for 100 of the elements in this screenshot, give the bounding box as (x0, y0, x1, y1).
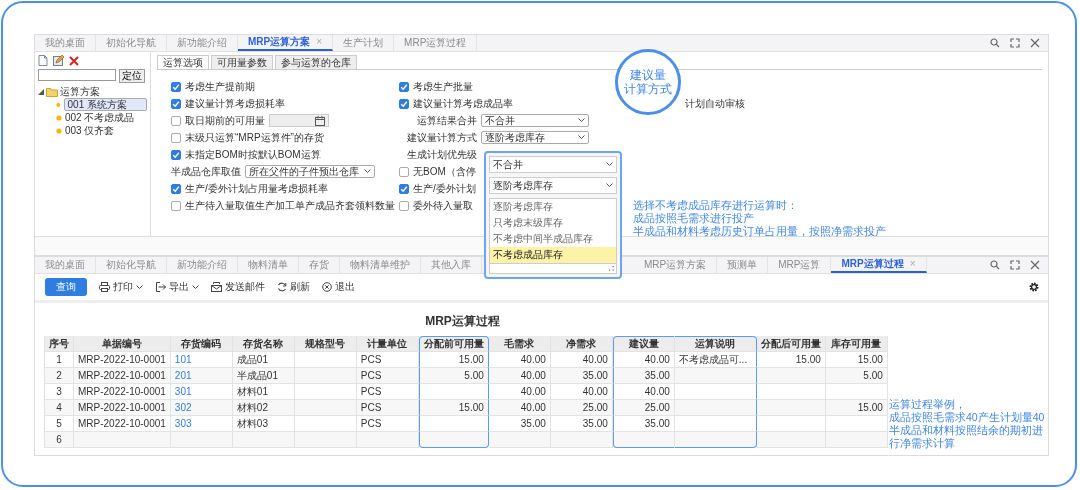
tab[interactable]: 运算选项 (157, 55, 209, 69)
tree-item[interactable]: 001 系统方案 (63, 98, 147, 111)
checkbox[interactable] (171, 183, 181, 194)
checkbox-label[interactable]: 末级只运算“MRP运算件”的存货 (185, 130, 324, 145)
checkbox-label[interactable]: 生产待入量取值生产加工单产成品齐套领料数量 (185, 198, 395, 213)
caret-icon (578, 135, 585, 140)
toolbar-button[interactable]: 导出 (155, 280, 199, 294)
tree-item[interactable]: 002 不考虑成品 (65, 110, 135, 125)
checkbox-label[interactable]: 取日期前的可用量 (185, 113, 265, 128)
checkbox[interactable] (171, 115, 181, 126)
tab[interactable]: 可用量参数 (211, 55, 273, 69)
tab[interactable]: 参与运算的仓库 (275, 55, 357, 69)
toolbar-button[interactable]: 退出 (322, 280, 355, 294)
toolbar-button[interactable]: 发送邮件 (211, 280, 265, 294)
search-field[interactable] (38, 69, 116, 81)
tab[interactable]: MRP运算方案 × (238, 35, 334, 51)
dropdown-option[interactable]: 不考虑中间半成品库存 (490, 231, 616, 247)
column-header: 建议量 (612, 336, 675, 352)
toolbar-button[interactable]: 打印 (99, 280, 143, 294)
checkbox-label[interactable]: 无BOM（含停 (413, 164, 476, 179)
table-cell: 4 (45, 400, 74, 416)
date-field[interactable] (269, 114, 329, 127)
dropdown-field[interactable]: 逐阶考虑库存 (481, 131, 589, 144)
checkbox[interactable] (171, 81, 181, 92)
field-label: 半成品仓库取值 (171, 164, 241, 179)
checkbox-label[interactable]: 委外待入量取 (413, 198, 473, 213)
dropdown-field[interactable]: 不合并 (489, 156, 617, 173)
edit-icon[interactable] (53, 55, 64, 66)
maximize-icon[interactable] (1010, 260, 1020, 270)
checkbox-label[interactable]: 建议量计算考虑成品率 (413, 96, 513, 111)
field-label: 建议量计算方式 (406, 130, 477, 145)
resize-grip-icon[interactable] (609, 266, 614, 271)
locate-button[interactable]: 定位 (119, 69, 145, 83)
folder-icon (46, 86, 58, 97)
field-label: 生成计划优先级 (406, 147, 477, 162)
settings-icon[interactable] (1028, 281, 1040, 293)
search-icon[interactable] (990, 260, 1000, 270)
checkbox[interactable] (399, 98, 409, 109)
column-header: 序号 (45, 336, 74, 352)
tree-item[interactable]: 003 仅齐套 (65, 123, 115, 138)
table-cell: 半成品01 (232, 368, 295, 384)
table-cell: 5.00 (418, 368, 489, 384)
column-header: 存货名称 (232, 336, 295, 352)
checkbox-label[interactable]: 考虑生产批量 (413, 79, 473, 94)
new-document-icon[interactable] (38, 55, 48, 66)
caret-icon (606, 183, 613, 188)
checkbox[interactable] (171, 149, 181, 160)
option-label: 计划自动审核 (685, 96, 745, 111)
table-cell: 6 (45, 432, 74, 448)
calendar-icon[interactable] (315, 115, 325, 126)
tab[interactable]: MRP运算过程 × (831, 257, 927, 273)
query-button[interactable]: 查询 (45, 278, 87, 296)
column-header: 存货编码 (170, 336, 233, 352)
checkbox-label[interactable]: 未指定BOM时按默认BOM运算 (185, 147, 321, 162)
checkbox-label[interactable]: 生产/委外计划 (413, 181, 476, 196)
close-icon[interactable] (1030, 260, 1040, 270)
table-cell: 25.00 (550, 400, 613, 416)
maximize-icon[interactable] (1010, 38, 1020, 48)
annotation-text: 成品按照毛需求40产生计划量40 (889, 411, 1046, 424)
dropdown-option[interactable]: 逐阶考虑库存 (490, 199, 616, 215)
search-icon[interactable] (990, 38, 1000, 48)
delete-icon[interactable] (69, 55, 79, 66)
expand-arrow-icon[interactable] (38, 88, 44, 95)
table-cell: 15.00 (825, 400, 888, 416)
table-cell: 材料02 (232, 400, 295, 416)
export-icon (155, 282, 166, 292)
checkbox[interactable] (171, 132, 181, 143)
checkbox[interactable] (399, 166, 409, 177)
checkbox-label[interactable]: 建议量计算考虑损耗率 (185, 96, 285, 111)
column-header: 运算说明 (674, 336, 757, 352)
table-cell[interactable]: 201 (170, 368, 233, 384)
checkbox-label[interactable]: 生产/委外计划占用量考虑损耗率 (185, 181, 328, 196)
dropdown-field[interactable]: 所在父件的子件预出仓库 (245, 165, 375, 178)
caret-icon (578, 118, 585, 123)
annotation-text: 成品按照毛需求进行投产 (633, 212, 755, 225)
table-cell: 35.00 (550, 368, 613, 384)
table-cell: 15.00 (418, 400, 489, 416)
dropdown-field[interactable]: 不合并 (481, 114, 589, 127)
callout-text: 计算方式 (624, 82, 672, 96)
column-header: 库存可用量 (825, 336, 888, 352)
column-header: 净需求 (550, 336, 613, 352)
caret-icon (192, 284, 199, 290)
table-cell[interactable]: 302 (170, 400, 233, 416)
checkbox[interactable] (399, 183, 409, 194)
dropdown-field[interactable]: 逐阶考虑库存 (489, 177, 617, 194)
caret-icon (136, 284, 143, 290)
annotation-text: 半成品和材料按照结余的期初进行净需求计算 (889, 424, 1044, 450)
checkbox[interactable] (399, 81, 409, 92)
report-title: MRP运算过程 (424, 313, 501, 330)
dropdown-option[interactable]: 不考虑成品库存 (490, 247, 616, 263)
tree-item[interactable]: 运算方案 (60, 84, 100, 99)
checkbox[interactable] (171, 200, 181, 211)
dropdown-option[interactable]: 只考虑末级库存 (490, 215, 616, 231)
toolbar-button[interactable]: 刷新 (277, 280, 310, 294)
column-header: 分配后可用量 (756, 336, 826, 352)
checkbox[interactable] (399, 200, 409, 211)
checkbox[interactable] (171, 98, 181, 109)
close-icon[interactable] (1030, 38, 1040, 48)
table-cell: 2 (45, 368, 74, 384)
checkbox-label[interactable]: 考虑生产提前期 (185, 79, 255, 94)
